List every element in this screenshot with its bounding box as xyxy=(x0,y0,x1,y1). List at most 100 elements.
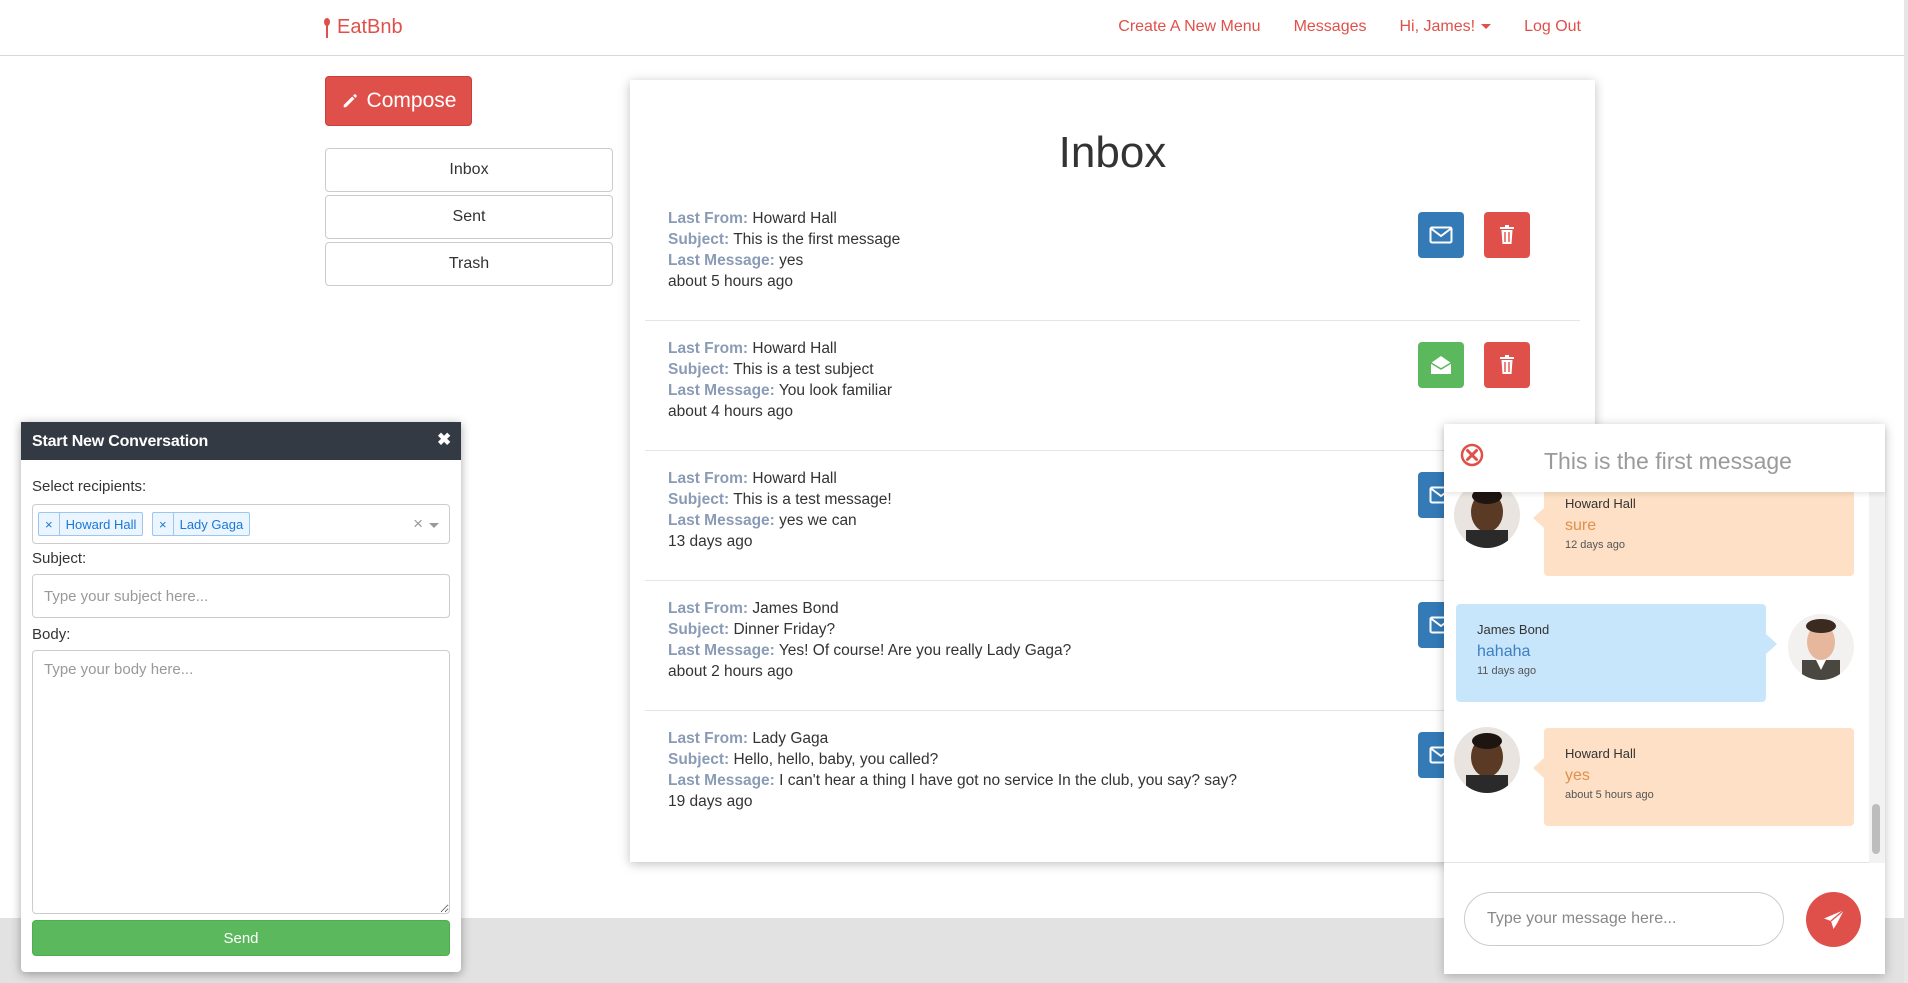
spoon-icon xyxy=(323,17,331,38)
chat-sender: Howard Hall xyxy=(1565,746,1636,761)
timestamp: 13 days ago xyxy=(668,533,753,550)
new-conversation-panel: Start New Conversation ✖ Select recipien… xyxy=(21,422,461,972)
subject-input[interactable] xyxy=(32,574,450,618)
last-message-label: Last Message: xyxy=(668,382,775,399)
avatar-image xyxy=(1454,492,1520,548)
pencil-icon xyxy=(343,94,357,108)
subject-label: Subject: xyxy=(668,621,730,638)
chat-sender: James Bond xyxy=(1477,622,1550,637)
last-from-value: Howard Hall xyxy=(752,470,837,487)
inbox-title: Inbox xyxy=(1058,128,1167,177)
avatar-image xyxy=(1454,727,1520,793)
close-circle-icon[interactable] xyxy=(1460,443,1484,467)
mark-unread-button[interactable] xyxy=(1418,342,1464,388)
remove-recipient-icon[interactable]: × xyxy=(153,513,174,535)
chat-title: This is the first message xyxy=(1544,448,1792,474)
top-navbar: EatBnb Create A New Menu Messages Hi, Ja… xyxy=(0,0,1908,56)
mark-read-button[interactable] xyxy=(1418,212,1464,258)
chat-scrollbar-thumb[interactable] xyxy=(1872,804,1880,854)
subject-label: Subject: xyxy=(668,361,730,378)
caret-down-icon xyxy=(1481,24,1492,30)
delete-button[interactable] xyxy=(1484,212,1530,258)
conversation-row[interactable]: Last From: James Bond Subject: Dinner Fr… xyxy=(645,582,1580,711)
chat-time: about 5 hours ago xyxy=(1565,789,1654,801)
delete-button[interactable] xyxy=(1484,342,1530,388)
conversation-summary: Last From: Howard Hall Subject: This is … xyxy=(668,338,892,422)
subject-label: Subject: xyxy=(668,491,730,508)
chat-panel: This is the first message Howard Hall su… xyxy=(1444,424,1885,974)
last-from-label: Last From: xyxy=(668,470,749,487)
last-message-value: yes xyxy=(779,252,804,269)
chat-sender: Howard Hall xyxy=(1565,496,1636,511)
chat-message: Howard Hall yes about 5 hours ago xyxy=(1533,728,1854,826)
last-from-label: Last From: xyxy=(668,600,749,617)
trash-icon xyxy=(1500,355,1514,374)
recipient-tag: × Lady Gaga xyxy=(152,512,251,536)
subject-label: Subject: xyxy=(668,231,730,248)
timestamp: about 5 hours ago xyxy=(668,273,793,290)
send-button[interactable]: Send xyxy=(32,920,450,956)
nav-user-dropdown[interactable]: Hi, James! xyxy=(1399,18,1492,36)
last-message-value: Yes! Of course! Are you really Lady Gaga… xyxy=(778,642,1072,659)
recipient-name: Lady Gaga xyxy=(179,516,244,532)
subject-value: Dinner Friday? xyxy=(733,621,836,638)
body-textarea[interactable] xyxy=(32,650,450,914)
last-from-label: Last From: xyxy=(668,730,749,747)
conversation-row[interactable]: Last From: Howard Hall Subject: This is … xyxy=(645,322,1580,451)
subject-value: Hello, hello, baby, you called? xyxy=(733,751,939,768)
last-message-value: yes we can xyxy=(779,512,857,529)
recipients-label: Select recipients: xyxy=(32,478,147,495)
conversation-summary: Last From: James Bond Subject: Dinner Fr… xyxy=(668,598,1071,682)
clear-recipients-icon[interactable]: × xyxy=(413,514,423,534)
last-from-value: Howard Hall xyxy=(752,340,837,357)
last-message-label: Last Message: xyxy=(668,642,775,659)
nav-links: Create A New Menu Messages Hi, James! Lo… xyxy=(1118,18,1581,36)
avatar xyxy=(1454,727,1520,793)
subject-label: Subject: xyxy=(32,550,87,567)
window-edge xyxy=(1904,0,1908,983)
envelope-icon xyxy=(1429,226,1453,244)
brand-logo[interactable]: EatBnb xyxy=(323,16,403,39)
recipients-select[interactable]: × Howard Hall × Lady Gaga × xyxy=(32,504,450,544)
remove-recipient-icon[interactable]: × xyxy=(39,513,60,535)
chat-time: 12 days ago xyxy=(1565,539,1625,551)
chat-thread[interactable]: Howard Hall sure 12 days ago James Bond … xyxy=(1444,492,1869,863)
subject-value: This is the first message xyxy=(733,231,901,248)
chat-send-button[interactable] xyxy=(1806,892,1861,947)
folder-sent-button[interactable]: Sent xyxy=(325,195,613,239)
recipient-name: Howard Hall xyxy=(65,516,137,532)
chevron-down-icon[interactable] xyxy=(429,523,439,528)
avatar xyxy=(1788,614,1854,680)
recipient-tag: × Howard Hall xyxy=(38,512,144,536)
close-icon[interactable]: ✖ xyxy=(437,430,451,450)
last-from-value: Lady Gaga xyxy=(752,730,829,747)
subject-value: This is a test message! xyxy=(733,491,892,508)
timestamp: about 2 hours ago xyxy=(668,663,793,680)
conversation-summary: Last From: Howard Hall Subject: This is … xyxy=(668,468,892,552)
paper-plane-icon xyxy=(1823,909,1844,929)
nav-user-label: Hi, James! xyxy=(1399,18,1476,35)
last-from-label: Last From: xyxy=(668,340,749,357)
folder-trash-button[interactable]: Trash xyxy=(325,242,613,286)
conversation-row[interactable]: Last From: Howard Hall Subject: This is … xyxy=(645,192,1580,321)
chat-message-input[interactable] xyxy=(1464,892,1784,946)
brand-name: EatBnb xyxy=(337,16,403,38)
avatar-image xyxy=(1788,614,1854,680)
nav-create-menu-link[interactable]: Create A New Menu xyxy=(1118,18,1260,36)
conversation-row[interactable]: Last From: Howard Hall Subject: This is … xyxy=(645,452,1580,581)
chat-header: This is the first message xyxy=(1444,424,1885,492)
chat-message: James Bond hahaha 11 days ago xyxy=(1456,604,1777,702)
folder-inbox-button[interactable]: Inbox xyxy=(325,148,613,192)
conversation-summary: Last From: Howard Hall Subject: This is … xyxy=(668,208,900,292)
nav-logout-link[interactable]: Log Out xyxy=(1524,18,1581,36)
last-from-label: Last From: xyxy=(668,210,749,227)
new-conversation-title: Start New Conversation xyxy=(32,433,209,450)
last-message-label: Last Message: xyxy=(668,512,775,529)
chat-time: 11 days ago xyxy=(1477,665,1537,677)
conversation-row[interactable]: Last From: Lady Gaga Subject: Hello, hel… xyxy=(645,712,1580,841)
timestamp: 19 days ago xyxy=(668,793,753,810)
compose-button[interactable]: Compose xyxy=(325,76,472,126)
timestamp: about 4 hours ago xyxy=(668,403,793,420)
nav-messages-link[interactable]: Messages xyxy=(1294,18,1367,36)
chat-text: sure xyxy=(1565,517,1597,534)
